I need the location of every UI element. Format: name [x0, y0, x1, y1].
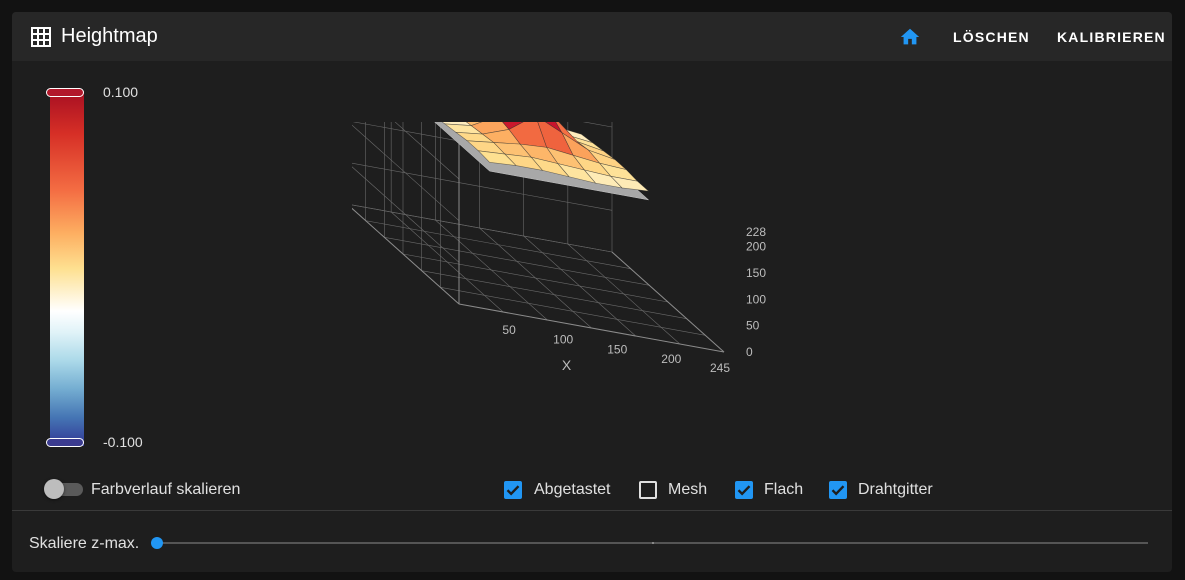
color-scale-max-label: 0.100: [103, 84, 139, 100]
heightmap-3d-plot[interactable]: 50100150200245050100150200228-0.8-0.6-0.…: [352, 122, 772, 467]
y-tick-label: 0: [746, 345, 753, 359]
checkbox-mesh[interactable]: [638, 480, 658, 500]
check-icon: [504, 481, 522, 499]
y-tick-label: 150: [746, 266, 766, 280]
grid-line: [394, 122, 460, 180]
x-tick-label: 150: [607, 342, 627, 356]
y-tick-label: 100: [746, 292, 766, 306]
grid-line: [365, 220, 631, 269]
page-title: Heightmap: [61, 25, 158, 47]
checkbox-probed[interactable]: [503, 480, 523, 500]
z-max-slider-track[interactable]: [157, 542, 1148, 544]
color-scale-min-handle[interactable]: [46, 438, 84, 447]
color-scale-min-label: -0.100: [103, 434, 143, 450]
x-axis-label: X: [562, 357, 572, 373]
divider: [12, 510, 1172, 511]
x-tick-label: 200: [661, 352, 681, 366]
axis-line: [458, 303, 725, 353]
grid-icon: [31, 27, 51, 47]
x-tick-label: 245: [710, 361, 730, 375]
home-icon[interactable]: [899, 26, 921, 48]
y-tick-label: 200: [746, 240, 766, 254]
toggle-thumb: [44, 479, 64, 499]
checkbox-flat[interactable]: [734, 480, 754, 500]
checkbox-wireframe[interactable]: [828, 480, 848, 500]
toolbar: Heightmap LÖSCHEN KALIBRIEREN: [12, 12, 1172, 61]
scale-gradient-label: Farbverlauf skalieren: [91, 481, 241, 498]
checkbox-flat-label: Flach: [764, 481, 804, 498]
x-tick-label: 100: [553, 333, 573, 347]
check-icon: [735, 481, 753, 499]
z-max-slider-midmark: [652, 542, 654, 544]
y-tick-label: 50: [746, 319, 760, 333]
axis-line: [352, 207, 460, 305]
y-tick-label: 228: [746, 225, 766, 239]
color-scale-bar: [50, 91, 84, 446]
axis-line: [611, 251, 725, 353]
scale-gradient-toggle[interactable]: [44, 479, 84, 499]
x-tick-label: 50: [502, 323, 516, 337]
grid-line: [352, 124, 460, 221]
unchecked-box-icon: [639, 481, 657, 499]
z-max-slider-label: Skaliere z-max.: [29, 535, 140, 552]
grid-line: [523, 235, 636, 337]
grid-line: [567, 243, 681, 345]
clear-button[interactable]: LÖSCHEN: [953, 29, 1030, 45]
calibrate-button[interactable]: KALIBRIEREN: [1057, 29, 1166, 45]
checkbox-mesh-label: Mesh: [668, 481, 708, 498]
z-max-slider-thumb[interactable]: [151, 537, 163, 549]
check-icon: [829, 481, 847, 499]
checkbox-wireframe-label: Drahtgitter: [858, 481, 933, 498]
color-scale-max-handle[interactable]: [46, 88, 84, 97]
grid-line: [384, 237, 650, 286]
grid-line: [352, 166, 460, 263]
grid-line: [402, 253, 669, 303]
heightmap-card: Heightmap LÖSCHEN KALIBRIEREN 0.100 -0.1…: [12, 12, 1172, 572]
checkbox-probed-label: Abgetastet: [534, 481, 611, 498]
